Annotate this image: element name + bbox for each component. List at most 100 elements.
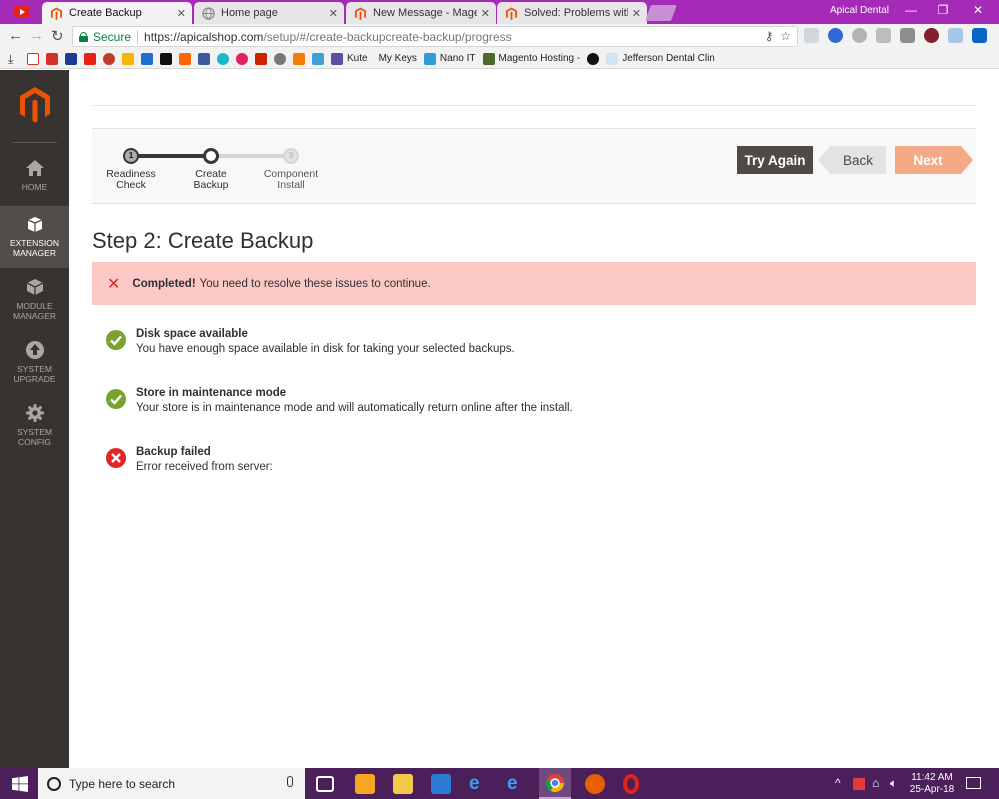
- tab-close-icon[interactable]: ✕: [329, 7, 338, 20]
- tray-chevron-icon[interactable]: ^: [835, 776, 841, 790]
- reload-icon[interactable]: ↻: [51, 27, 64, 45]
- search-placeholder: Type here to search: [69, 776, 176, 791]
- file-explorer-icon[interactable]: [393, 774, 413, 794]
- bookmark-facebook-icon[interactable]: [198, 52, 210, 65]
- sidebar-item-system-upgrade[interactable]: System Upgrade: [0, 332, 69, 392]
- check-title: Store in maintenance mode: [136, 387, 287, 399]
- windows-start-icon[interactable]: [12, 776, 28, 792]
- sidebar-item-label: System Config: [17, 427, 52, 447]
- extension-icon[interactable]: [948, 28, 963, 43]
- internet-explorer-icon[interactable]: e: [507, 774, 527, 794]
- bookmark-label: Jefferson Dental Clin: [622, 53, 715, 64]
- bookmark-site-icon[interactable]: [236, 52, 248, 65]
- tab-close-icon[interactable]: ✕: [481, 7, 490, 20]
- step-dot-create-backup: [203, 148, 219, 164]
- bookmark-site-icon[interactable]: [160, 52, 172, 65]
- bookmark-star-icon[interactable]: ☆: [780, 29, 791, 43]
- store-icon[interactable]: [431, 774, 451, 794]
- extension-icon[interactable]: [900, 28, 915, 43]
- taskbar-search-box[interactable]: Type here to search: [38, 768, 305, 799]
- back-button[interactable]: Back: [818, 146, 886, 174]
- browser-profile-name[interactable]: Apical Dental: [830, 5, 889, 16]
- extension-icon[interactable]: [828, 28, 843, 43]
- microphone-icon[interactable]: [287, 776, 293, 787]
- magento-favicon-icon: [354, 6, 367, 20]
- bookmark-site-icon[interactable]: [65, 52, 77, 65]
- tray-app-icon[interactable]: [853, 778, 865, 790]
- next-button[interactable]: Next: [895, 146, 973, 174]
- bookmark-youtube-icon[interactable]: [84, 52, 96, 65]
- firefox-icon[interactable]: [585, 774, 605, 794]
- bookmark-site-icon[interactable]: [103, 52, 115, 65]
- task-view-icon[interactable]: [316, 776, 334, 792]
- magento-logo-icon[interactable]: [20, 87, 50, 123]
- tab-close-icon[interactable]: ✕: [177, 7, 186, 20]
- browser-tab-create-backup[interactable]: Create Backup ✕: [42, 2, 192, 24]
- bookmark-site-icon[interactable]: [122, 52, 134, 65]
- gear-icon: [25, 404, 44, 422]
- forward-arrow-icon[interactable]: →: [29, 27, 44, 44]
- sidebar-item-label: Extension Manager: [9, 238, 60, 258]
- check-description: Your store is in maintenance mode and wi…: [136, 402, 573, 414]
- browser-tab-home-page[interactable]: Home page ✕: [194, 2, 344, 24]
- close-window-icon[interactable]: ✕: [968, 3, 988, 17]
- bookmark-site-icon[interactable]: [587, 52, 600, 65]
- error-banner: ✕ Completed! You need to resolve these i…: [92, 262, 976, 305]
- edge-icon[interactable]: e: [469, 774, 489, 794]
- key-icon[interactable]: ⚷: [765, 29, 774, 43]
- tray-volume-icon[interactable]: 🔈︎: [890, 776, 897, 791]
- sidebar-item-home[interactable]: Home: [0, 150, 69, 210]
- bookmark-gmail-icon[interactable]: [27, 52, 39, 65]
- omnibox-actions: ⚷ ☆: [765, 29, 791, 43]
- sidebar-item-extension-manager[interactable]: Extension Manager: [0, 206, 69, 268]
- opera-icon[interactable]: [623, 774, 639, 794]
- chrome-icon: [545, 774, 564, 793]
- media-app-icon[interactable]: [355, 774, 375, 794]
- bookmark-blogger-icon[interactable]: [293, 52, 305, 65]
- bookmark-site-icon[interactable]: [217, 52, 229, 65]
- sidebar-item-module-manager[interactable]: Module Manager: [0, 269, 69, 329]
- back-arrow-icon[interactable]: ←: [8, 27, 23, 44]
- bookmark-nano-it[interactable]: Nano IT: [423, 52, 476, 65]
- bookmark-download-icon[interactable]: ⤓: [8, 53, 20, 65]
- linkedin-icon[interactable]: [972, 28, 987, 43]
- restore-icon[interactable]: ❐: [933, 3, 953, 17]
- minimize-icon[interactable]: —: [901, 3, 921, 17]
- bookmark-site-icon[interactable]: [274, 52, 286, 65]
- browser-tab-new-message[interactable]: New Message - Magento ✕: [346, 2, 496, 24]
- address-bar[interactable]: Secure https://apicalshop.com/setup/#/cr…: [72, 26, 798, 47]
- error-x-icon: [106, 448, 126, 468]
- browser-tab-solved[interactable]: Solved: Problems with ba ✕: [497, 2, 647, 24]
- bookmark-audio-icon[interactable]: [46, 52, 58, 65]
- youtube-icon[interactable]: [14, 6, 30, 18]
- cortana-icon: [47, 776, 61, 791]
- bookmark-my-keys[interactable]: My Keys: [375, 53, 417, 64]
- secure-label: Secure: [93, 29, 132, 44]
- chrome-taskbar-button[interactable]: [539, 768, 571, 799]
- bookmark-kute[interactable]: Kute: [331, 52, 368, 65]
- page-title: Step 2: Create Backup: [92, 228, 314, 253]
- extension-icon[interactable]: [924, 28, 939, 43]
- tab-close-icon[interactable]: ✕: [632, 7, 641, 20]
- notification-center-icon[interactable]: [966, 777, 981, 789]
- bookmark-site-icon[interactable]: [179, 52, 191, 65]
- globe-favicon-icon: [202, 6, 215, 20]
- url-path: /setup/#/create-backupcreate-backup/prog…: [263, 29, 512, 44]
- step-dot-component-install: 3: [283, 148, 299, 164]
- upgrade-icon: [25, 341, 44, 359]
- new-tab-button[interactable]: [645, 5, 677, 21]
- bookmark-label: Magento Hosting -: [498, 53, 581, 64]
- extension-icon[interactable]: [876, 28, 891, 43]
- bookmark-site-icon[interactable]: [141, 52, 153, 65]
- bookmark-magento-hosting[interactable]: Magento Hosting -: [482, 52, 581, 65]
- taskbar-clock[interactable]: 11:42 AM 25-Apr-18: [907, 772, 957, 796]
- bookmark-site-icon[interactable]: [255, 52, 267, 65]
- sidebar-item-system-config[interactable]: System Config: [0, 395, 69, 455]
- tray-network-icon[interactable]: ⌂: [872, 776, 879, 790]
- bookmark-site-icon[interactable]: [312, 52, 324, 65]
- url-text[interactable]: https://apicalshop.com/setup/#/create-ba…: [144, 30, 512, 44]
- bookmark-jefferson-dental[interactable]: Jefferson Dental Clin: [606, 52, 715, 65]
- extension-icon[interactable]: [852, 28, 867, 43]
- try-again-button[interactable]: Try Again: [737, 146, 813, 174]
- extension-icon[interactable]: [804, 28, 819, 43]
